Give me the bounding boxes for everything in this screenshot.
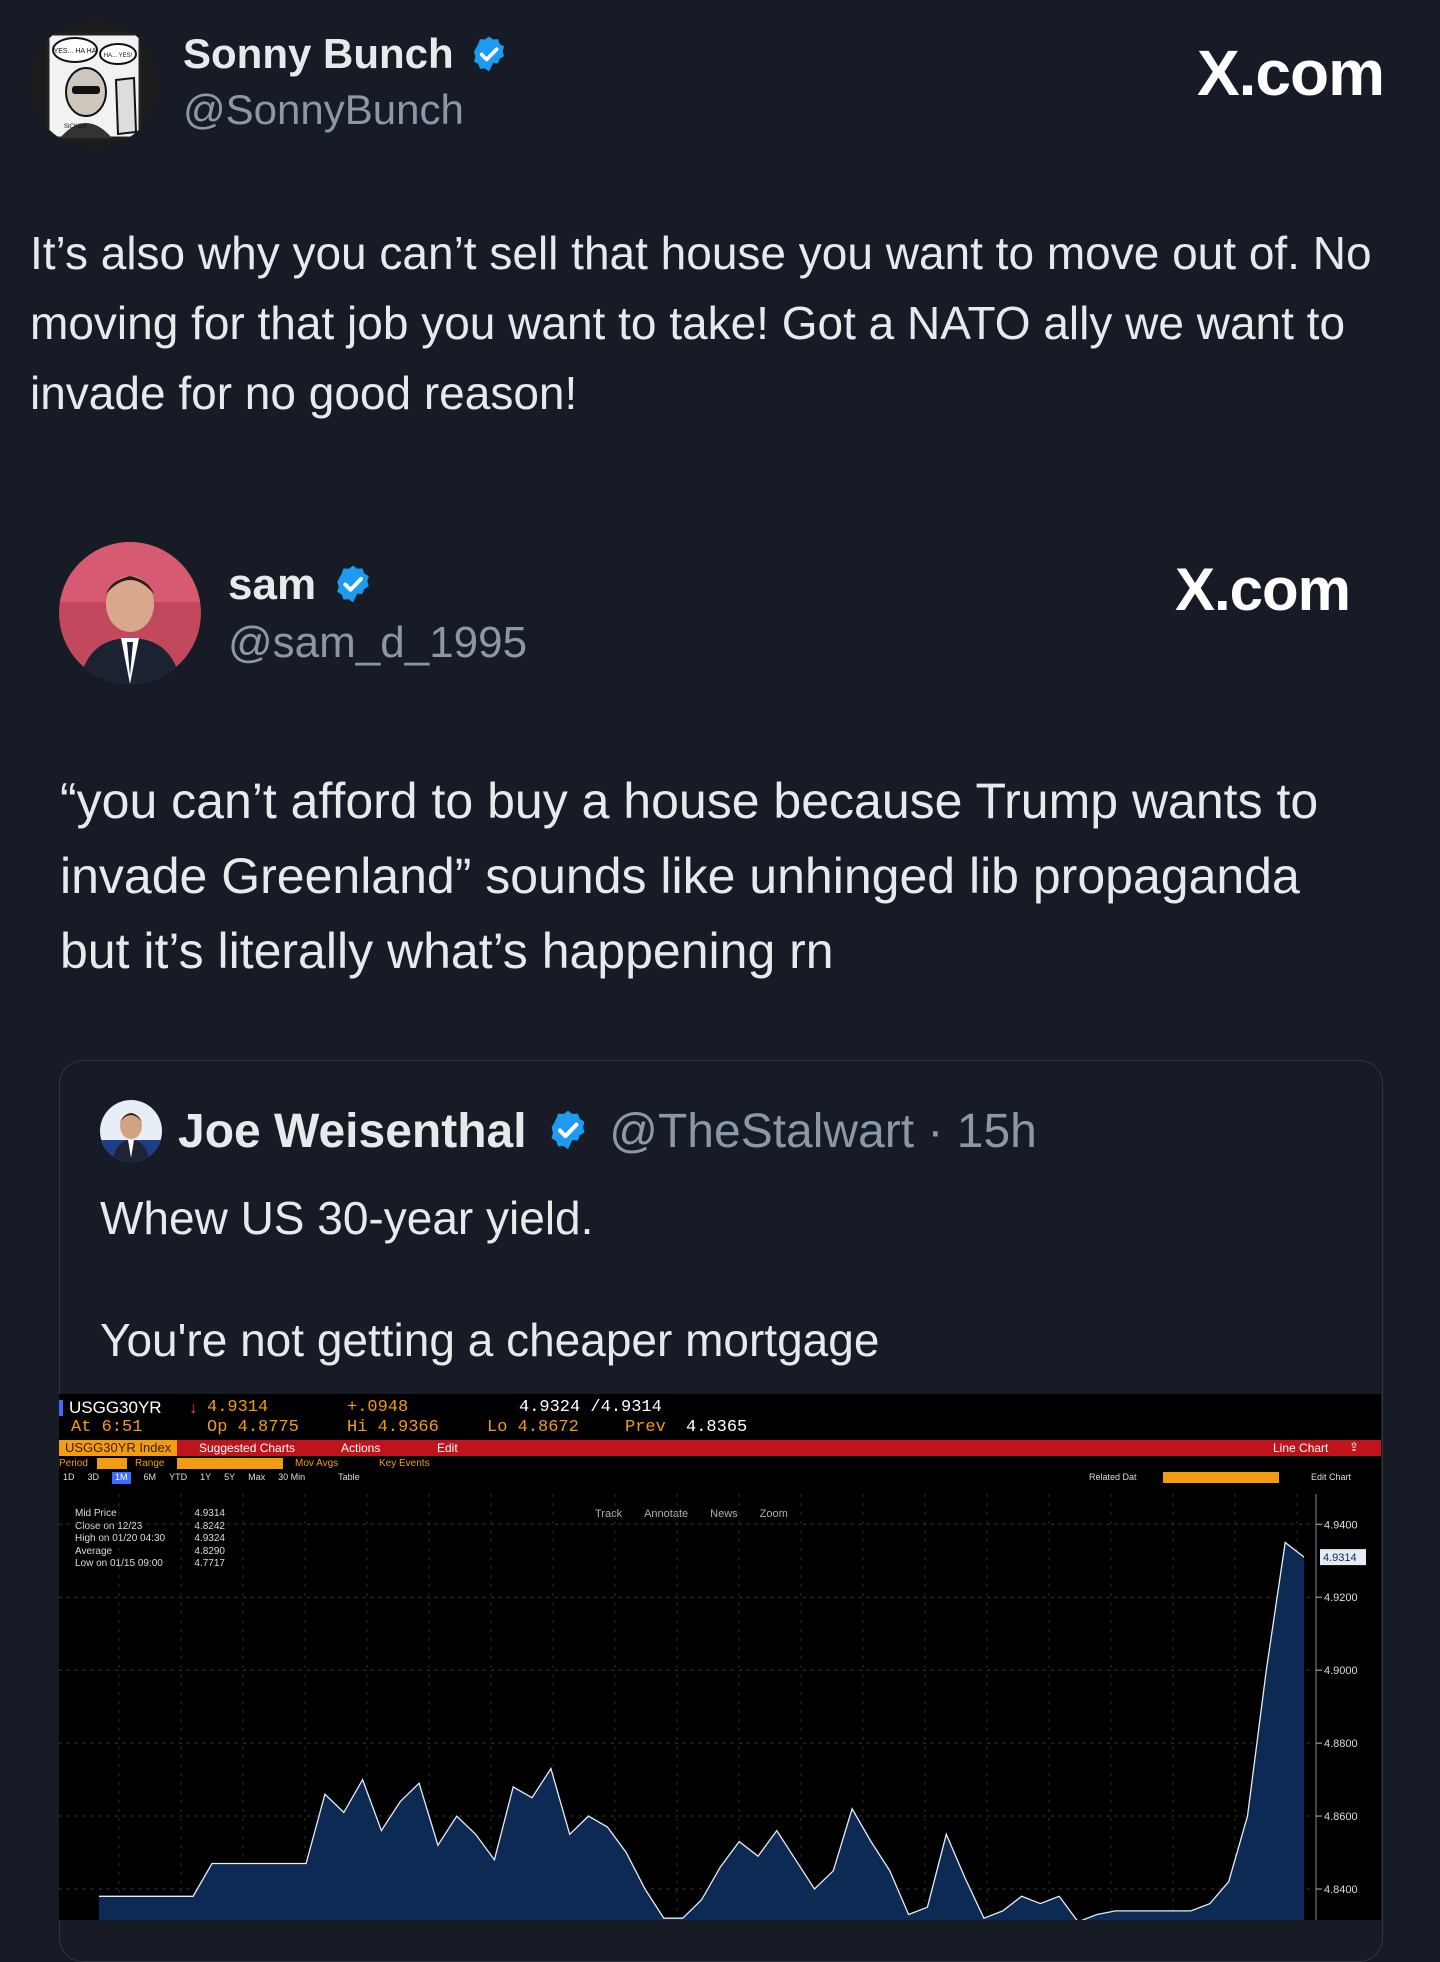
svg-text:HA... YES!: HA... YES!	[104, 53, 133, 59]
chart-gridlines	[59, 1494, 1314, 1920]
quoted-author-handle[interactable]: @sam_d_1995	[228, 618, 527, 668]
period-button-3d[interactable]: 3D	[88, 1472, 100, 1484]
avatar-sam[interactable]	[59, 542, 201, 684]
avatar-joe-weisenthal[interactable]	[100, 1100, 162, 1162]
related-data-box[interactable]	[1163, 1472, 1279, 1483]
svg-text:SICKOS: SICKOS	[64, 124, 87, 130]
yield-chart[interactable]: 4.9400 4.9200 4.9000 4.8800 4.8600 4.8400 4.93…	[59, 1494, 1381, 1920]
post-text: It’s also why you can’t sell that house …	[30, 227, 1372, 419]
author-name[interactable]: Sonny Bunch	[183, 30, 509, 78]
verified-badge-icon	[474, 36, 505, 72]
range-label: Range	[135, 1458, 165, 1469]
verified-badge-icon	[551, 1111, 585, 1150]
verified-badge-icon	[337, 566, 370, 603]
site-label: X.com	[1196, 37, 1385, 109]
nested-post-line-2: You're not getting a cheaper mortgage	[100, 1314, 880, 1366]
quoted-author-name-text[interactable]: sam	[228, 560, 316, 609]
period-button-1m[interactable]: 1M	[112, 1472, 131, 1484]
prev-label: Prev	[625, 1418, 666, 1437]
ticker-symbol: USGG30YR	[69, 1398, 162, 1417]
timestamp-label: At 6:51	[71, 1418, 143, 1437]
range-box[interactable]	[177, 1458, 283, 1469]
menu-suggested-charts[interactable]: Suggested Charts	[199, 1441, 295, 1455]
y-tick-label: 4.9000	[1324, 1665, 1358, 1677]
y-tick-label: 4.9200	[1324, 1592, 1358, 1604]
export-icon[interactable]: ⇪	[1349, 1440, 1359, 1454]
prev-value: 4.8365	[686, 1418, 748, 1437]
period-button-1d[interactable]: 1D	[63, 1472, 75, 1484]
nested-timestamp[interactable]: 15h	[957, 1105, 1037, 1158]
key-events[interactable]: Key Events	[379, 1458, 430, 1469]
price-change: +.0948	[347, 1398, 409, 1417]
last-price-tag-label: 4.9314	[1323, 1552, 1357, 1564]
period-box[interactable]	[97, 1458, 127, 1469]
quoted-post-text: “you can’t afford to buy a house because…	[60, 773, 1319, 979]
last-price: 4.9314	[207, 1398, 269, 1417]
menu-actions[interactable]: Actions	[341, 1441, 380, 1455]
mov-avgs[interactable]: Mov Avgs	[295, 1458, 338, 1469]
nested-separator: ·	[927, 1105, 944, 1158]
ticker-marker	[59, 1400, 63, 1416]
related-data-label: Related Dat	[1089, 1472, 1137, 1482]
period-label: Period	[59, 1458, 88, 1469]
nested-header: Joe Weisenthal @TheStalwart · 15h	[178, 1104, 1037, 1159]
index-tag[interactable]: USGG30YR Index	[59, 1440, 178, 1456]
related-data[interactable]: Related Dat	[1089, 1472, 1137, 1482]
y-tick-label: 4.8800	[1324, 1738, 1358, 1750]
line-chart-label[interactable]: Line Chart	[1273, 1441, 1328, 1455]
high-label: Hi 4.9366	[347, 1418, 439, 1437]
nested-author-handle[interactable]: @TheStalwart	[609, 1105, 914, 1158]
y-tick-label: 4.8400	[1324, 1884, 1358, 1896]
svg-text:YES... HA HA: YES... HA HA	[54, 48, 97, 55]
quoted-author-name[interactable]: sam	[228, 560, 374, 610]
prev-close: Prev 4.8365	[625, 1418, 747, 1437]
quoted-site-label: X.com	[1174, 556, 1351, 623]
y-tick-label: 4.9400	[1324, 1519, 1358, 1531]
period-button-6m[interactable]: 6M	[144, 1472, 157, 1484]
period-button-ytd[interactable]: YTD	[169, 1472, 187, 1484]
y-tick-label: 4.8600	[1324, 1811, 1358, 1823]
period-button-1y[interactable]: 1Y	[200, 1472, 211, 1484]
nested-author-name[interactable]: Joe Weisenthal	[178, 1105, 527, 1158]
period-button-max[interactable]: Max	[248, 1472, 265, 1484]
author-name-text[interactable]: Sonny Bunch	[183, 30, 454, 77]
edit-chart-label: Edit Chart	[1311, 1472, 1352, 1482]
period-buttons: 1D 3D 1M 6M YTD 1Y 5Y Max 30 Min Table	[63, 1472, 360, 1484]
edit-chart[interactable]: Edit Chart	[1311, 1472, 1351, 1482]
bid-ask: 4.9324 /4.9314	[519, 1398, 662, 1417]
y-axis: 4.9400 4.9200 4.9000 4.8800 4.8600 4.8400 4.93…	[1315, 1494, 1366, 1920]
nested-post-line-1: Whew US 30-year yield.	[100, 1192, 594, 1244]
down-arrow-icon: ↓	[189, 1398, 198, 1417]
open-label: Op 4.8775	[207, 1418, 299, 1437]
period-button-5y[interactable]: 5Y	[224, 1472, 235, 1484]
avatar-sonny-bunch-image: YES... HA HA HA... YES! SICKOS	[30, 20, 158, 148]
author-handle[interactable]: @SonnyBunch	[183, 86, 464, 134]
yield-line	[99, 1541, 1305, 1920]
menu-edit[interactable]: Edit	[437, 1441, 458, 1455]
avatar-joe-weisenthal-image	[100, 1100, 162, 1162]
table-button[interactable]: Table	[338, 1472, 360, 1484]
period-button-30min[interactable]: 30 Min	[278, 1472, 305, 1484]
avatar-sam-image	[59, 542, 201, 684]
terminal-chart-image[interactable]: USGG30YR ↓ 4.9314 +.0948 4.9324 /4.9314 …	[59, 1394, 1381, 1920]
low-label: Lo 4.8672	[487, 1418, 579, 1437]
avatar-sonny-bunch[interactable]: YES... HA HA HA... YES! SICKOS	[30, 20, 158, 148]
